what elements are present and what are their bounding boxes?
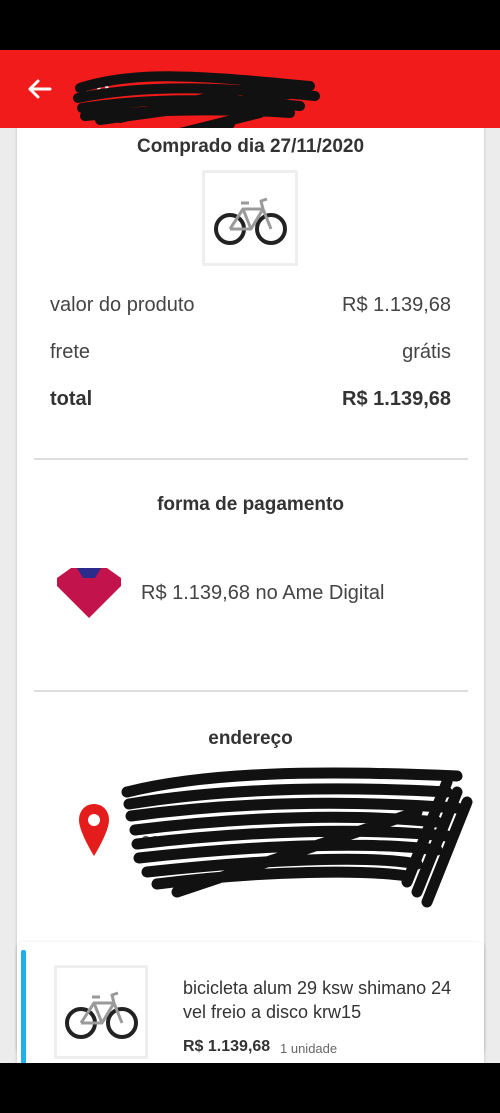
total-value: R$ 1.139,68	[342, 388, 451, 410]
product-value-label: valor do produto	[50, 294, 195, 316]
status-bar-area	[0, 0, 500, 50]
redaction-scribble	[121, 767, 473, 908]
purchase-date: Comprado dia 27/11/2020	[136, 136, 365, 157]
order-item-card[interactable]: bicicleta alum 29 ksw shimano 24 vel fre…	[17, 942, 484, 1063]
page-title: co	[84, 76, 110, 101]
shipping-label: frete	[50, 341, 91, 363]
total-label: total	[50, 388, 93, 410]
product-value: R$ 1.139,68	[342, 294, 451, 316]
divider	[34, 458, 468, 460]
bicycle-icon	[65, 991, 138, 1039]
status-accent-bar	[21, 950, 26, 1063]
total-row: total R$ 1.139,68	[50, 388, 451, 416]
payment-text: R$ 1.139,68 no Ame Digital	[141, 582, 385, 604]
order-summary-card: Comprado dia 27/11/2020 valor do produto…	[17, 128, 484, 1054]
address-section-title: endereço	[208, 728, 293, 749]
shipping-value: grátis	[402, 341, 451, 363]
navigation-bar-area	[0, 1063, 500, 1113]
content-area: Comprado dia 27/11/2020 valor do produto…	[0, 128, 500, 1063]
app-bar: co	[0, 50, 500, 155]
product-thumbnail[interactable]	[202, 170, 298, 266]
divider	[34, 690, 468, 692]
product-value-row: valor do produto R$ 1.139,68	[50, 294, 451, 322]
item-title: bicicleta alum 29 ksw shimano 24 vel fre…	[183, 978, 452, 1022]
address-line-2: ce	[141, 830, 161, 850]
item-price: R$ 1.139,68	[183, 1038, 271, 1055]
location-pin-icon	[79, 804, 109, 856]
bicycle-icon	[214, 197, 287, 245]
back-button[interactable]	[22, 72, 56, 106]
item-quantity: 1 unidade	[280, 1041, 338, 1056]
ame-digital-logo	[57, 568, 121, 618]
payment-section-title: forma de pagamento	[157, 494, 344, 515]
item-thumbnail[interactable]	[54, 965, 148, 1059]
arrow-left-icon	[28, 79, 52, 99]
shipping-row: frete grátis	[50, 341, 451, 369]
